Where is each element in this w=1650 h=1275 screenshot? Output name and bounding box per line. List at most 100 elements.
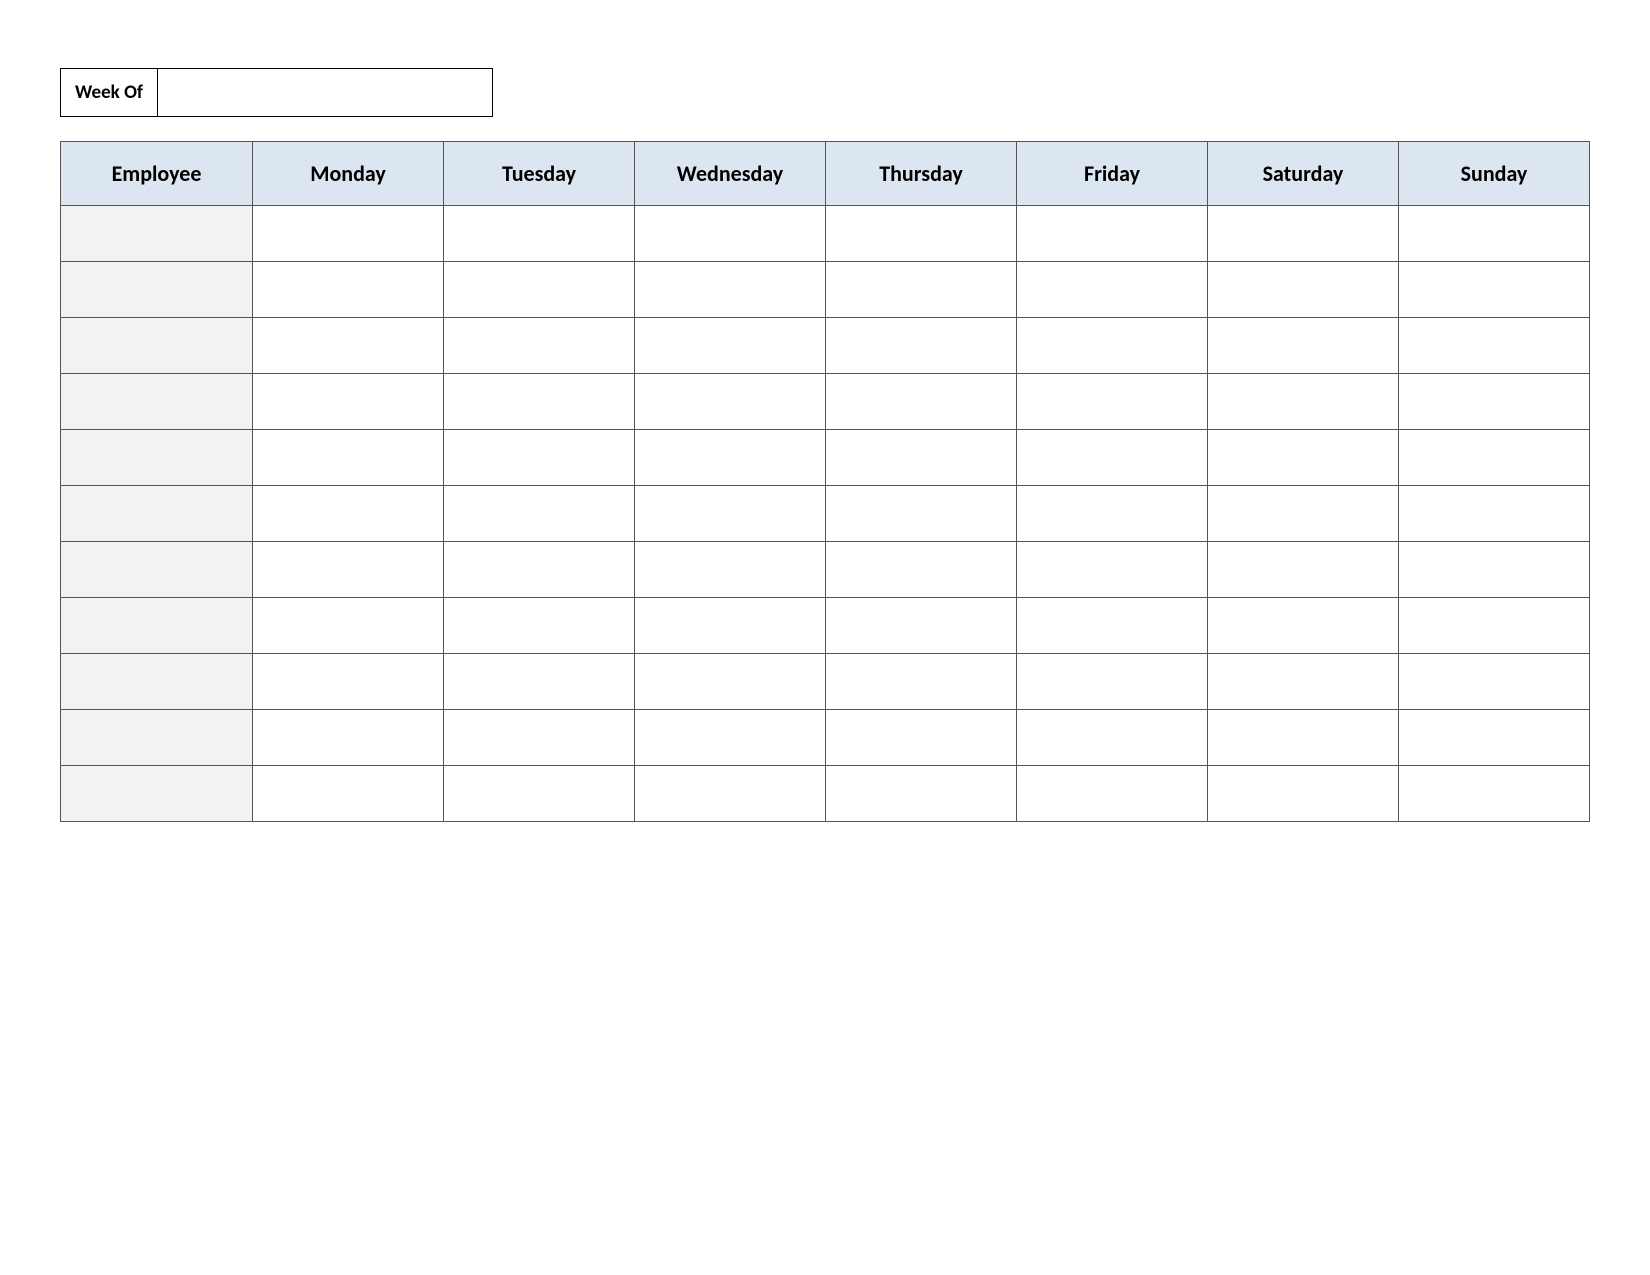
header-tuesday: Tuesday: [444, 142, 635, 206]
schedule-cell-sunday[interactable]: [1399, 374, 1590, 430]
schedule-cell-saturday[interactable]: [1208, 430, 1399, 486]
schedule-cell-tuesday[interactable]: [444, 262, 635, 318]
schedule-cell-sunday[interactable]: [1399, 654, 1590, 710]
schedule-cell-saturday[interactable]: [1208, 374, 1399, 430]
schedule-cell-tuesday[interactable]: [444, 654, 635, 710]
schedule-cell-wednesday[interactable]: [635, 318, 826, 374]
schedule-cell-tuesday[interactable]: [444, 598, 635, 654]
schedule-cell-friday[interactable]: [1017, 766, 1208, 822]
schedule-cell-thursday[interactable]: [826, 486, 1017, 542]
employee-cell[interactable]: [61, 206, 253, 262]
schedule-cell-thursday[interactable]: [826, 542, 1017, 598]
schedule-cell-wednesday[interactable]: [635, 766, 826, 822]
schedule-cell-saturday[interactable]: [1208, 598, 1399, 654]
schedule-cell-friday[interactable]: [1017, 430, 1208, 486]
header-friday: Friday: [1017, 142, 1208, 206]
schedule-cell-monday[interactable]: [253, 206, 444, 262]
schedule-cell-tuesday[interactable]: [444, 766, 635, 822]
header-wednesday: Wednesday: [635, 142, 826, 206]
table-row: [61, 486, 1590, 542]
schedule-cell-wednesday[interactable]: [635, 486, 826, 542]
schedule-cell-thursday[interactable]: [826, 430, 1017, 486]
header-saturday: Saturday: [1208, 142, 1399, 206]
schedule-cell-saturday[interactable]: [1208, 262, 1399, 318]
employee-cell[interactable]: [61, 374, 253, 430]
schedule-cell-monday[interactable]: [253, 710, 444, 766]
schedule-cell-friday[interactable]: [1017, 710, 1208, 766]
schedule-cell-monday[interactable]: [253, 262, 444, 318]
schedule-cell-tuesday[interactable]: [444, 430, 635, 486]
schedule-cell-tuesday[interactable]: [444, 710, 635, 766]
employee-cell[interactable]: [61, 710, 253, 766]
schedule-cell-wednesday[interactable]: [635, 262, 826, 318]
schedule-cell-monday[interactable]: [253, 766, 444, 822]
employee-cell[interactable]: [61, 262, 253, 318]
schedule-cell-saturday[interactable]: [1208, 766, 1399, 822]
schedule-table: Employee Monday Tuesday Wednesday Thursd…: [60, 141, 1590, 822]
schedule-cell-sunday[interactable]: [1399, 318, 1590, 374]
schedule-cell-tuesday[interactable]: [444, 374, 635, 430]
schedule-cell-wednesday[interactable]: [635, 430, 826, 486]
employee-cell[interactable]: [61, 542, 253, 598]
schedule-cell-tuesday[interactable]: [444, 318, 635, 374]
schedule-cell-monday[interactable]: [253, 374, 444, 430]
schedule-cell-monday[interactable]: [253, 486, 444, 542]
week-of-container: Week Of: [60, 68, 1590, 117]
schedule-cell-thursday[interactable]: [826, 710, 1017, 766]
table-row: [61, 262, 1590, 318]
schedule-cell-thursday[interactable]: [826, 262, 1017, 318]
schedule-cell-saturday[interactable]: [1208, 542, 1399, 598]
schedule-cell-saturday[interactable]: [1208, 710, 1399, 766]
schedule-cell-saturday[interactable]: [1208, 654, 1399, 710]
employee-cell[interactable]: [61, 318, 253, 374]
schedule-cell-friday[interactable]: [1017, 318, 1208, 374]
employee-cell[interactable]: [61, 486, 253, 542]
schedule-cell-wednesday[interactable]: [635, 598, 826, 654]
schedule-cell-sunday[interactable]: [1399, 206, 1590, 262]
schedule-cell-saturday[interactable]: [1208, 206, 1399, 262]
schedule-cell-saturday[interactable]: [1208, 486, 1399, 542]
schedule-cell-tuesday[interactable]: [444, 486, 635, 542]
schedule-cell-wednesday[interactable]: [635, 374, 826, 430]
schedule-cell-tuesday[interactable]: [444, 206, 635, 262]
schedule-cell-sunday[interactable]: [1399, 262, 1590, 318]
schedule-cell-wednesday[interactable]: [635, 654, 826, 710]
schedule-cell-friday[interactable]: [1017, 262, 1208, 318]
schedule-cell-friday[interactable]: [1017, 598, 1208, 654]
schedule-cell-friday[interactable]: [1017, 654, 1208, 710]
schedule-cell-thursday[interactable]: [826, 318, 1017, 374]
employee-cell[interactable]: [61, 654, 253, 710]
employee-cell[interactable]: [61, 766, 253, 822]
schedule-cell-wednesday[interactable]: [635, 206, 826, 262]
schedule-cell-wednesday[interactable]: [635, 710, 826, 766]
employee-cell[interactable]: [61, 598, 253, 654]
schedule-cell-sunday[interactable]: [1399, 430, 1590, 486]
schedule-cell-thursday[interactable]: [826, 206, 1017, 262]
schedule-cell-monday[interactable]: [253, 318, 444, 374]
schedule-cell-friday[interactable]: [1017, 374, 1208, 430]
schedule-cell-monday[interactable]: [253, 542, 444, 598]
schedule-cell-wednesday[interactable]: [635, 542, 826, 598]
schedule-cell-sunday[interactable]: [1399, 598, 1590, 654]
table-row: [61, 206, 1590, 262]
schedule-cell-tuesday[interactable]: [444, 542, 635, 598]
schedule-cell-thursday[interactable]: [826, 374, 1017, 430]
schedule-cell-thursday[interactable]: [826, 766, 1017, 822]
header-employee: Employee: [61, 142, 253, 206]
schedule-cell-saturday[interactable]: [1208, 318, 1399, 374]
schedule-cell-sunday[interactable]: [1399, 486, 1590, 542]
schedule-cell-friday[interactable]: [1017, 486, 1208, 542]
schedule-cell-sunday[interactable]: [1399, 710, 1590, 766]
schedule-cell-monday[interactable]: [253, 654, 444, 710]
schedule-cell-thursday[interactable]: [826, 598, 1017, 654]
schedule-cell-friday[interactable]: [1017, 206, 1208, 262]
schedule-cell-sunday[interactable]: [1399, 542, 1590, 598]
schedule-cell-sunday[interactable]: [1399, 766, 1590, 822]
employee-cell[interactable]: [61, 430, 253, 486]
schedule-cell-thursday[interactable]: [826, 654, 1017, 710]
schedule-cell-friday[interactable]: [1017, 542, 1208, 598]
table-row: [61, 766, 1590, 822]
schedule-cell-monday[interactable]: [253, 598, 444, 654]
week-of-input[interactable]: [158, 68, 493, 117]
schedule-cell-monday[interactable]: [253, 430, 444, 486]
